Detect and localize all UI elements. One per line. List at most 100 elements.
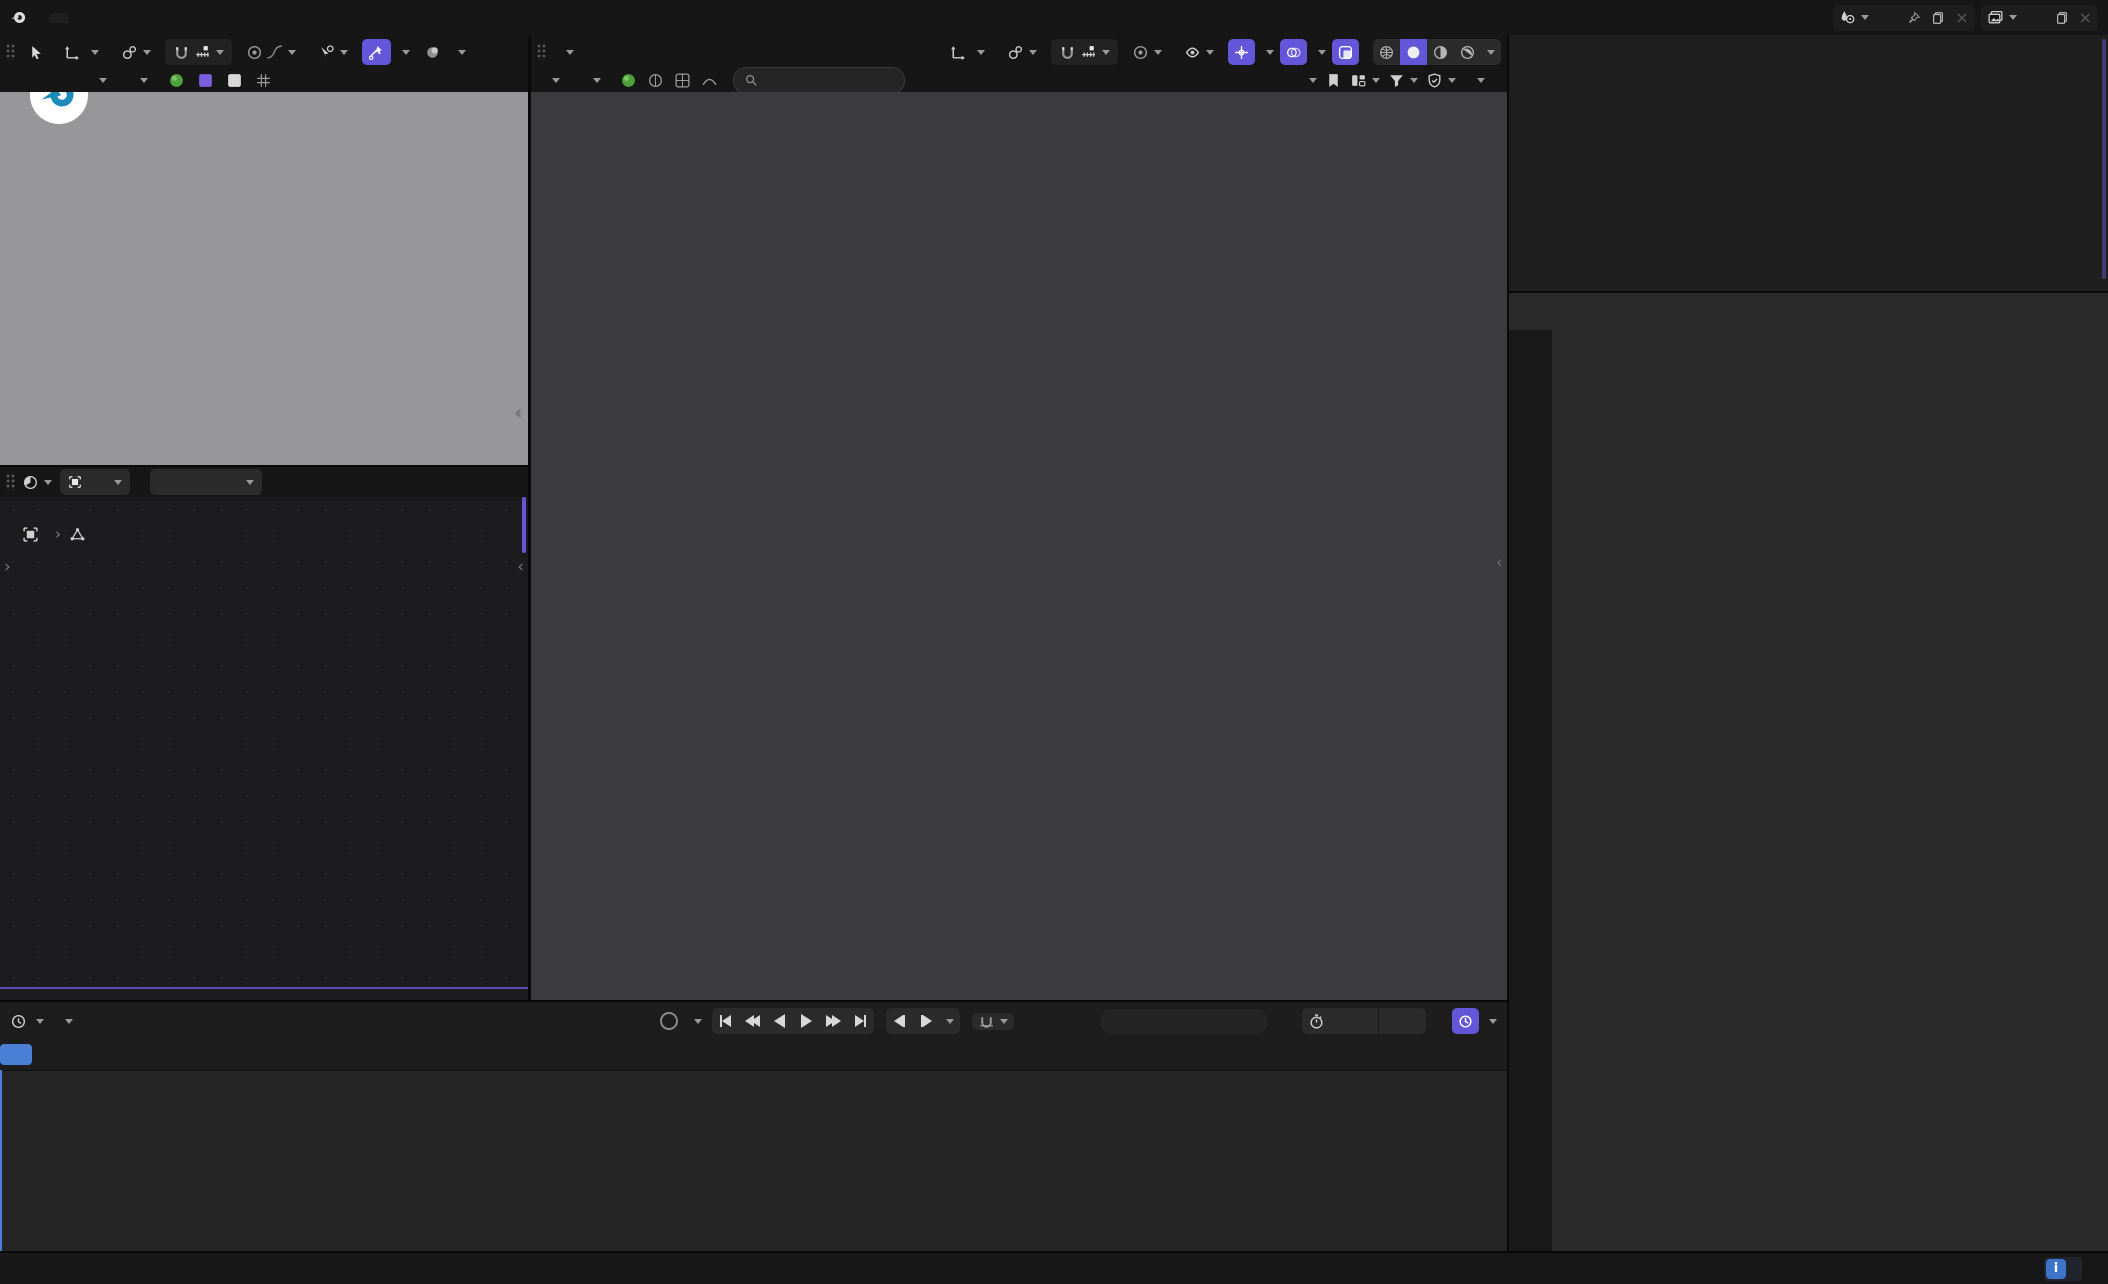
editor-type-icon[interactable] xyxy=(22,474,39,491)
vp-drag-dropdown[interactable] xyxy=(574,67,609,93)
shading-rendered-button[interactable] xyxy=(1454,39,1481,65)
left-orientation-dropdown[interactable] xyxy=(55,39,107,65)
stopwatch-icon[interactable] xyxy=(1308,1013,1325,1030)
playback-menu[interactable] xyxy=(52,1008,81,1034)
camera-preview-viewport[interactable]: ‹ xyxy=(0,92,528,467)
divider[interactable] xyxy=(0,1000,1507,1002)
expand-handle-left[interactable]: › xyxy=(4,557,11,577)
proportional-edit-icon xyxy=(1132,44,1149,61)
vp-visibility-dropdown[interactable] xyxy=(1176,39,1222,65)
filter-funnel-icon[interactable] xyxy=(1388,72,1405,89)
divider[interactable] xyxy=(1509,291,2108,293)
collapse-icon xyxy=(1309,78,1317,83)
viewport-collapse-handle[interactable]: ‹ xyxy=(1496,552,1503,573)
vp-pivot-dropdown[interactable] xyxy=(999,39,1045,65)
copy-viewlayer-icon[interactable] xyxy=(2055,11,2069,25)
left-proportional-dropdown[interactable] xyxy=(238,39,304,65)
object-icon xyxy=(22,526,39,543)
scene-selector[interactable]: × xyxy=(1833,5,1974,31)
pin-icon[interactable] xyxy=(1907,11,1921,25)
timeline-ruler[interactable] xyxy=(0,1040,1507,1071)
mode-dropdown[interactable] xyxy=(555,39,580,65)
material-sphere-icon[interactable] xyxy=(168,72,185,89)
proportional-edit-icon xyxy=(246,44,263,61)
snap-playhead-group[interactable] xyxy=(972,1013,1014,1030)
header-grip[interactable] xyxy=(6,44,16,60)
divider[interactable] xyxy=(1507,35,1509,1253)
node-editor-canvas[interactable]: › › ‹ xyxy=(0,497,528,1002)
copy-scene-icon[interactable] xyxy=(1931,11,1945,25)
node-scrollbar[interactable] xyxy=(522,497,526,553)
node-header-grip[interactable] xyxy=(6,474,16,490)
divider[interactable] xyxy=(0,1251,2108,1253)
left-tool-cursor[interactable] xyxy=(418,39,447,65)
slot-dropdown[interactable] xyxy=(150,469,262,495)
blender-logo-icon[interactable] xyxy=(10,9,27,26)
end-frame-field[interactable] xyxy=(1378,1008,1426,1034)
divider[interactable] xyxy=(528,35,531,1002)
timeline-dopesheet[interactable] xyxy=(0,1071,1507,1253)
shading-solid-button[interactable] xyxy=(1400,39,1427,65)
outliner-scrollbar[interactable] xyxy=(2102,39,2106,279)
pivot-icon xyxy=(121,44,138,61)
playback-sync-button[interactable] xyxy=(1452,1008,1479,1034)
left-pivot-dropdown[interactable] xyxy=(113,39,159,65)
start-frame-field[interactable] xyxy=(1331,1008,1378,1034)
playhead-label[interactable] xyxy=(0,1044,32,1065)
vp-orientation-dropdown[interactable] xyxy=(941,39,993,65)
main-3d-viewport[interactable]: ‹ xyxy=(531,92,1507,1002)
left-snap-dropdown[interactable] xyxy=(165,39,232,65)
viewport-header-grip[interactable] xyxy=(537,44,547,60)
collapse-handle[interactable]: ‹ xyxy=(515,402,522,423)
add-workspace-tab[interactable] xyxy=(49,13,69,23)
playhead-line[interactable] xyxy=(0,1070,2,1253)
prev-frame-button[interactable] xyxy=(886,1008,913,1034)
jump-to-end-button[interactable] xyxy=(847,1008,874,1034)
vp-snap-dropdown[interactable] xyxy=(1051,39,1118,65)
frame-step-group xyxy=(886,1008,960,1034)
options-dropdown[interactable] xyxy=(1464,67,1493,93)
left-tool-select-box[interactable] xyxy=(362,39,391,65)
auto-keying-button[interactable] xyxy=(655,1008,683,1034)
play-button[interactable] xyxy=(793,1008,820,1034)
viewlayer-selector[interactable]: × xyxy=(1981,5,2098,31)
left-tool-preset-dropdown[interactable] xyxy=(86,67,115,93)
next-keyframe-button[interactable] xyxy=(820,1008,847,1034)
shader-node-editor[interactable]: › › ‹ xyxy=(0,467,528,1002)
left-drag-dropdown[interactable] xyxy=(121,67,156,93)
swatch-grid-icon[interactable] xyxy=(255,72,272,89)
prev-keyframe-button[interactable] xyxy=(739,1008,766,1034)
collapse-handle-right[interactable]: ‹ xyxy=(517,557,524,577)
vp-xray-toggle[interactable] xyxy=(1332,39,1359,65)
node-object-mode-dropdown[interactable] xyxy=(60,469,130,495)
timeline xyxy=(0,1002,1507,1253)
vp-proportional-dropdown[interactable] xyxy=(1124,39,1170,65)
shading-material-button[interactable] xyxy=(1427,39,1454,65)
viewport-search[interactable] xyxy=(733,67,905,94)
material-sphere-icon[interactable] xyxy=(620,72,637,89)
divider[interactable] xyxy=(0,465,528,467)
jump-to-start-button[interactable] xyxy=(712,1008,739,1034)
strength-icon[interactable] xyxy=(701,72,718,89)
play-reverse-button[interactable] xyxy=(766,1008,793,1034)
mix-icon[interactable] xyxy=(647,72,664,89)
current-frame-field[interactable] xyxy=(1100,1009,1268,1034)
vp-tool-preset-dropdown[interactable] xyxy=(539,67,568,93)
timeline-editor-icon[interactable] xyxy=(10,1013,27,1030)
shading-wireframe-button[interactable] xyxy=(1373,39,1400,65)
delete-viewlayer-icon: × xyxy=(2079,8,2092,27)
texture-icon[interactable] xyxy=(674,72,691,89)
snap-magnet-icon xyxy=(1059,44,1076,61)
left-select-visibility-dropdown[interactable] xyxy=(310,39,356,65)
left-active-tool-button[interactable] xyxy=(24,39,49,65)
vp-overlays-toggle[interactable] xyxy=(1280,39,1307,65)
snap-magnet-icon xyxy=(173,44,190,61)
shield-icon[interactable] xyxy=(1426,72,1443,89)
swatch-white-icon[interactable] xyxy=(226,72,243,89)
next-frame-button[interactable] xyxy=(913,1008,940,1034)
layout-list-icon[interactable] xyxy=(1350,72,1367,89)
cursor-tool-icon xyxy=(28,44,45,61)
bookmark-icon[interactable] xyxy=(1325,72,1342,89)
vp-gizmo-toggle[interactable] xyxy=(1228,39,1255,65)
swatch-purple-icon[interactable] xyxy=(197,72,214,89)
